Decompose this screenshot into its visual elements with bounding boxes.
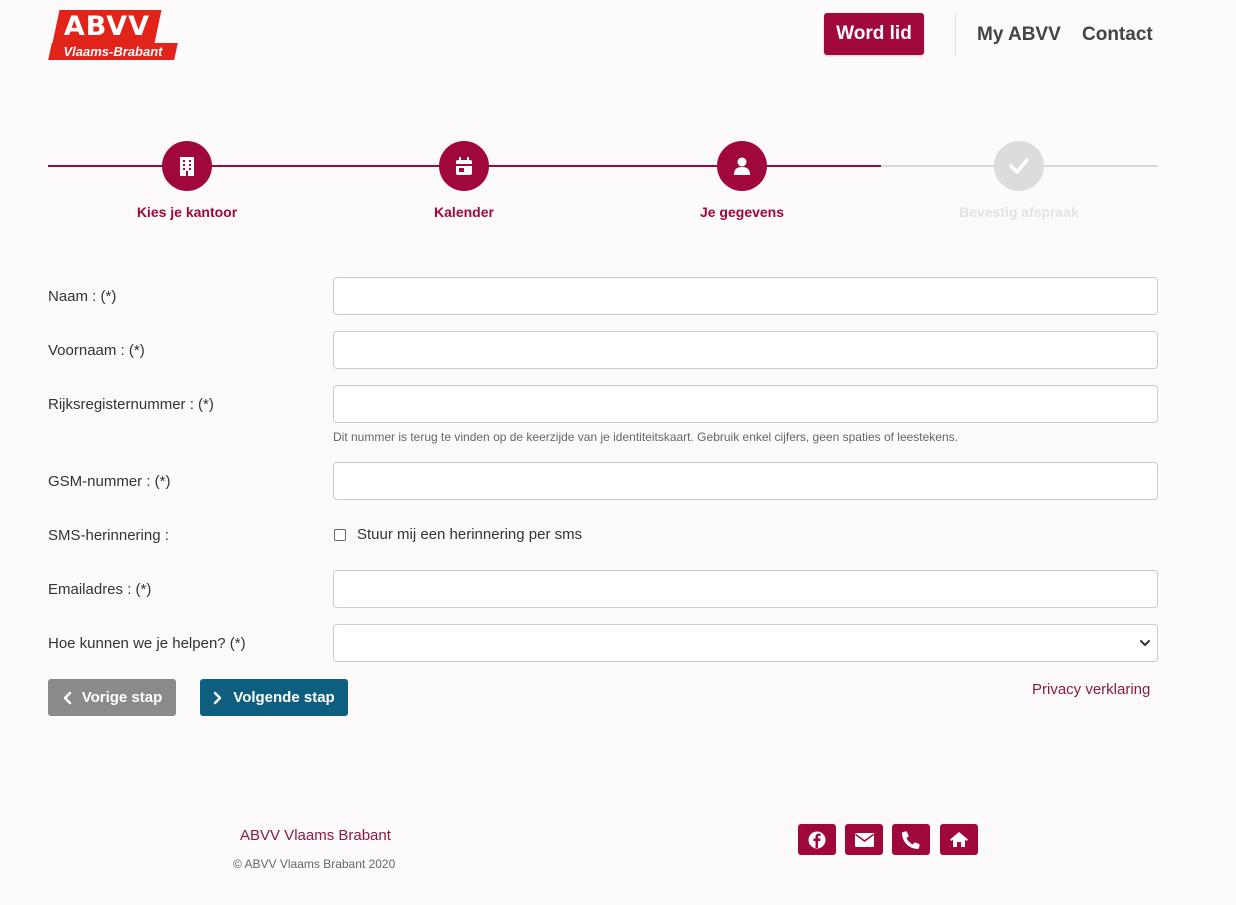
word-lid-button[interactable]: Word lid [824, 13, 924, 55]
voornaam-label: Voornaam : (*) [48, 342, 145, 359]
user-icon [734, 157, 750, 175]
step-3-circle [717, 141, 767, 191]
nav-my-abvv[interactable]: My ABVV [977, 24, 1061, 46]
voornaam-input[interactable] [333, 331, 1158, 369]
step-1-circle [162, 141, 212, 191]
step-2-circle [439, 141, 489, 191]
vorige-stap-button[interactable]: Vorige stap [48, 679, 176, 716]
logo-bottom-text: Vlaams-Brabant [63, 44, 163, 59]
sms-checkbox[interactable] [334, 529, 346, 541]
rijksregisternummer-help: Dit nummer is terug te vinden op de keer… [333, 430, 958, 444]
mail-button[interactable] [845, 824, 883, 855]
volgende-stap-button[interactable]: Volgende stap [200, 679, 348, 716]
footer-copyright: © ABVV Vlaams Brabant 2020 [233, 857, 396, 871]
phone-button[interactable] [892, 824, 930, 855]
vorige-stap-label: Vorige stap [81, 689, 163, 706]
chevron-down-icon [1140, 640, 1150, 646]
facebook-button[interactable] [798, 824, 836, 855]
logo-top: ABVV [52, 10, 162, 43]
naam-label: Naam : (*) [48, 288, 117, 305]
step-1-label: Kies je kantoor [136, 204, 238, 220]
logo-top-text: ABVV [63, 11, 151, 42]
chevron-left-icon [63, 691, 71, 704]
building-icon [180, 157, 194, 176]
help-label: Hoe kunnen we je helpen? (*) [48, 635, 246, 652]
email-input[interactable] [333, 570, 1158, 608]
nav-contact[interactable]: Contact [1082, 24, 1153, 46]
sms-checkbox-label[interactable]: Stuur mij een herinnering per sms [357, 526, 582, 543]
volgende-stap-label: Volgende stap [233, 689, 335, 706]
step-4-label: Bevestig afspraak [959, 204, 1079, 220]
help-select[interactable] [333, 624, 1158, 662]
sms-label: SMS-herinnering : [48, 527, 169, 544]
nav-divider [955, 14, 956, 56]
step-4-circle [994, 141, 1044, 191]
calendar-icon [456, 157, 472, 175]
mail-icon [854, 832, 874, 847]
chevron-right-icon [214, 691, 222, 704]
rijksregisternummer-label: Rijksregisternummer : (*) [48, 396, 214, 413]
check-icon [1009, 158, 1029, 174]
gsm-input[interactable] [333, 462, 1158, 500]
email-label: Emailadres : (*) [48, 581, 152, 598]
abvv-logo[interactable]: ABVV Vlaams-Brabant [48, 10, 178, 60]
naam-input[interactable] [333, 277, 1158, 315]
logo-bottom: Vlaams-Brabant [48, 43, 178, 60]
step-2-label: Kalender [434, 204, 494, 220]
phone-icon [902, 830, 920, 849]
footer-title[interactable]: ABVV Vlaams Brabant [240, 827, 391, 844]
step-3-label: Je gegevens [699, 204, 785, 220]
privacy-verklaring-link[interactable]: Privacy verklaring [1032, 681, 1150, 698]
rijksregisternummer-input[interactable] [333, 385, 1158, 423]
gsm-label: GSM-nummer : (*) [48, 473, 171, 490]
home-button[interactable] [940, 824, 978, 855]
home-icon [950, 832, 968, 847]
facebook-icon [808, 831, 826, 848]
